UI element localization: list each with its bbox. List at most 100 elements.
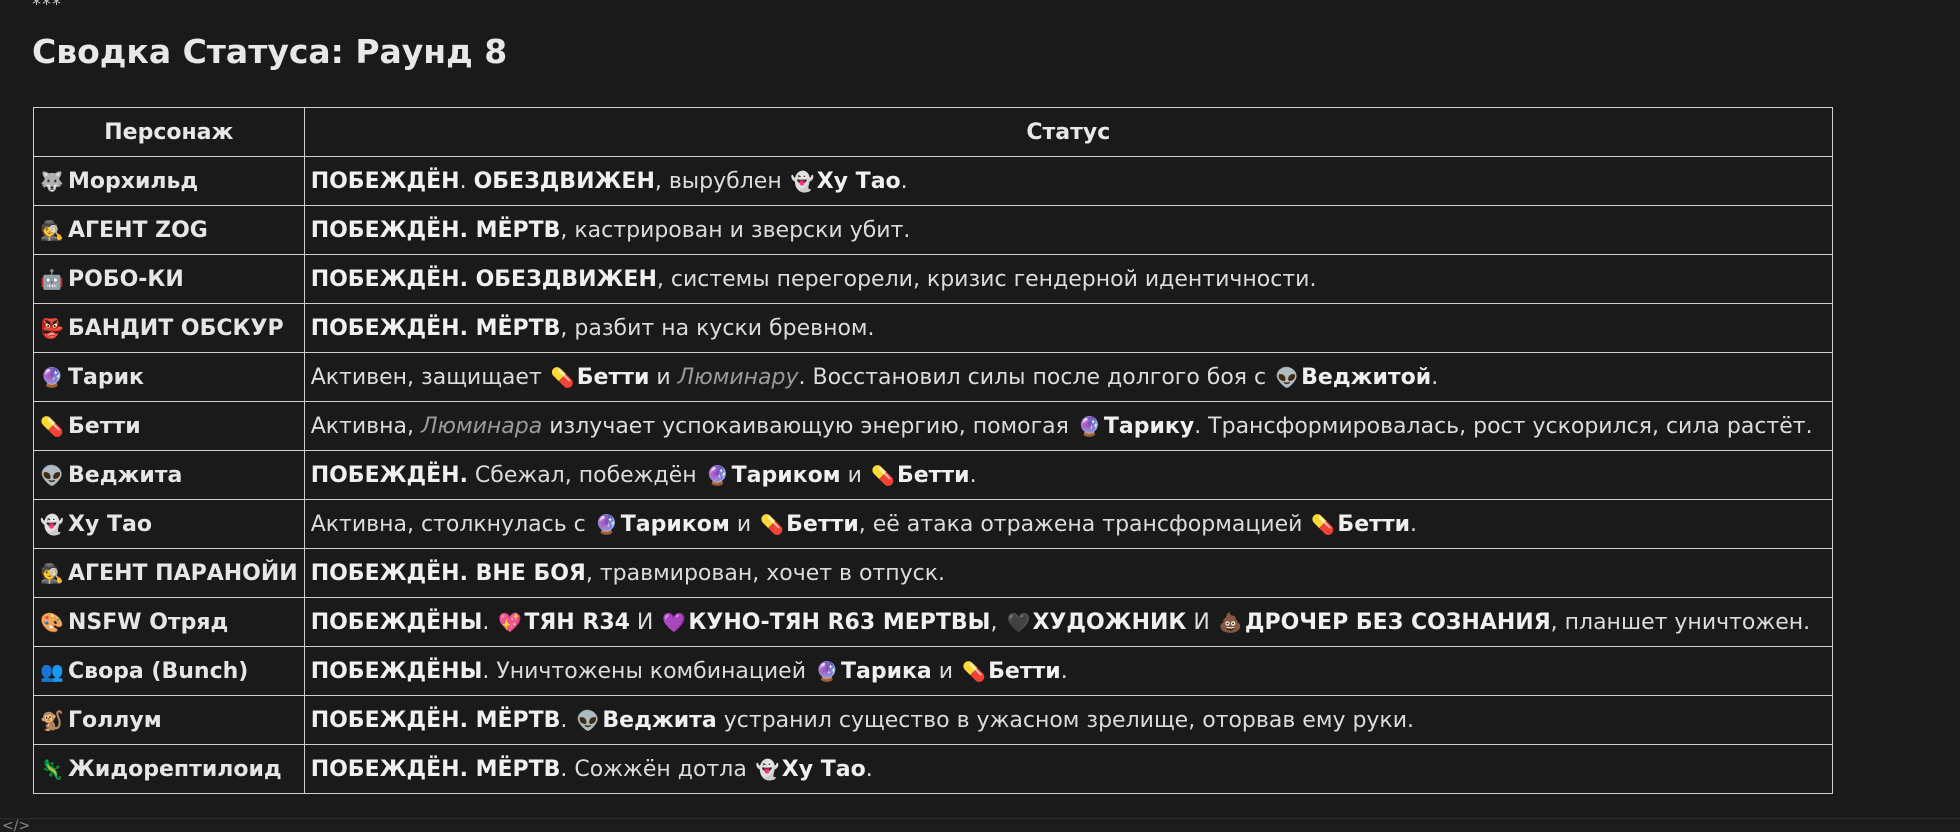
status-strong-text: ПОБЕЖДЁН. МЁРТВ bbox=[310, 217, 561, 243]
character-cell: 🐺 Морхильд bbox=[33, 156, 305, 206]
crystal-ball-icon: 🔮 bbox=[1077, 415, 1102, 438]
status-strong-text: Бетти bbox=[786, 511, 859, 537]
status-text: . bbox=[1060, 658, 1068, 684]
status-text: , системы перегорели, кризис гендерной и… bbox=[656, 266, 1317, 292]
character-name: Тарик bbox=[68, 364, 144, 390]
status-cell: Активна, столкнулась с 🔮 Тариком и 💊 Бетти… bbox=[303, 499, 1834, 549]
pill-icon: 💊 bbox=[760, 513, 784, 536]
page: *** Сводка Статуса: Раунд 8 Персонаж Ста… bbox=[0, 0, 1960, 832]
status-cell: ПОБЕЖДЁНЫ. Уничтожены комбинацией 🔮 Тарик… bbox=[303, 646, 1834, 696]
status-strong-text: ПОБЕЖДЁН bbox=[310, 168, 460, 194]
status-strong-text: Тариком bbox=[620, 511, 730, 537]
status-strong-text: Тарику bbox=[1103, 413, 1195, 439]
character-cell: 🔮 Тарик bbox=[33, 352, 305, 402]
status-strong-text: ПОБЕЖДЁН. ОБЕЗДВИЖЕН bbox=[310, 266, 657, 292]
robot-icon: 🤖 bbox=[40, 268, 64, 291]
character-cell: 🤖 РОБО-КИ bbox=[33, 254, 305, 304]
status-strong-text: Бетти bbox=[1337, 511, 1411, 537]
alien-icon: 👽 bbox=[40, 464, 64, 487]
status-strong-text: ХУДОЖНИК bbox=[1032, 609, 1187, 635]
table-row: 🐒 Голлум ПОБЕЖДЁН. МЁРТВ. 👽 Веджита устрани… bbox=[33, 695, 1834, 745]
character-cell: 👽 Веджита bbox=[33, 450, 305, 500]
character-name: АГЕНТ ZOG bbox=[68, 217, 208, 243]
character-cell: 👺 БАНДИТ ОБСКУР bbox=[33, 303, 305, 353]
table-row: 💊 Бетти Активна, Люминара излучает успокаи… bbox=[33, 401, 1834, 451]
table-row: 🕵 АГЕНТ ZOG ПОБЕЖДЁН. МЁРТВ, кастрирован и… bbox=[33, 205, 1834, 255]
pill-icon: 💊 bbox=[962, 660, 986, 683]
goblin-mask-icon: 👺 bbox=[40, 317, 64, 340]
status-text: Активна, столкнулась с bbox=[310, 511, 593, 537]
status-strong-text: Веджитой bbox=[1301, 364, 1432, 390]
poop-icon: 💩 bbox=[1218, 611, 1243, 634]
character-name: АГЕНТ ПАРАНОЙИ bbox=[68, 560, 298, 586]
character-name: Жидорептилоид bbox=[68, 756, 282, 782]
status-cell: ПОБЕЖДЁНЫ. 💖 ТЯН R34 И 💜 КУНО-ТЯН R63 МЕРТ… bbox=[303, 597, 1834, 647]
status-text: . bbox=[865, 756, 873, 782]
alien-icon: 👽 bbox=[576, 709, 601, 732]
status-text: . Трансформировалась, рост ускорился, си… bbox=[1194, 413, 1813, 439]
character-name: Ху Тао bbox=[68, 511, 152, 537]
character-name: Морхильд bbox=[68, 168, 199, 194]
character-cell: 🕵 АГЕНТ ZOG bbox=[33, 205, 305, 255]
status-strong-text: Ху Тао bbox=[816, 168, 901, 194]
spy-icon: 🕵 bbox=[40, 562, 64, 585]
character-name: Веджита bbox=[68, 462, 183, 488]
pill-icon: 💊 bbox=[1311, 513, 1336, 536]
spy-icon: 🕵 bbox=[40, 219, 64, 242]
status-text: , травмирован, хочет в отпуск. bbox=[585, 560, 946, 586]
table-row: 🎨 NSFW Отряд ПОБЕЖДЁНЫ. 💖 ТЯН R34 И 💜 КУНО-Т… bbox=[33, 597, 1834, 647]
status-text: Сбежал, побеждён bbox=[467, 462, 704, 488]
status-strong-text: ОБЕЗДВИЖЕН bbox=[473, 168, 655, 194]
character-name: Голлум bbox=[68, 707, 162, 733]
header-character: Персонаж bbox=[33, 107, 305, 157]
status-text: , кастрирован и зверски убит. bbox=[560, 217, 911, 243]
status-text: устранил существо в ужасном зрелище, ото… bbox=[716, 707, 1415, 733]
palette-icon: 🎨 bbox=[40, 611, 64, 634]
code-icon[interactable]: </> bbox=[2, 818, 30, 832]
status-text: . bbox=[560, 707, 575, 733]
people-icon: 👥 bbox=[40, 660, 64, 683]
status-text: . bbox=[900, 168, 908, 194]
status-strong-text: ПОБЕЖДЁН. МЁРТВ bbox=[310, 315, 561, 341]
status-strong-text: КУНО-ТЯН R63 МЕРТВЫ bbox=[688, 609, 991, 635]
status-text: и bbox=[729, 511, 759, 537]
status-italic-text: Люминара bbox=[420, 413, 543, 439]
status-cell: ПОБЕЖДЁН. МЁРТВ, кастрирован и зверски у… bbox=[303, 205, 1834, 255]
status-text: , планшет уничтожен. bbox=[1550, 609, 1811, 635]
status-strong-text: Бетти bbox=[988, 658, 1061, 684]
status-text: . bbox=[1410, 511, 1418, 537]
table-row: 🤖 РОБО-КИ ПОБЕЖДЁН. ОБЕЗДВИЖЕН, системы пе… bbox=[33, 254, 1834, 304]
table-row: 👥 Свора (Bunch) ПОБЕЖДЁНЫ. Уничтожены комб… bbox=[33, 646, 1834, 696]
alien-icon: 👽 bbox=[1275, 366, 1299, 389]
character-name: Свора (Bunch) bbox=[68, 658, 249, 684]
status-cell: ПОБЕЖДЁН. МЁРТВ. Сожжён дотла 👻 Ху Тао. bbox=[303, 744, 1834, 794]
purple-heart-icon: 💜 bbox=[662, 611, 687, 634]
status-cell: ПОБЕЖДЁН. ОБЕЗДВИЖЕН, системы перегорели… bbox=[303, 254, 1834, 304]
status-text: , bbox=[990, 609, 1005, 635]
status-strong-text: ДРОЧЕР БЕЗ СОЗНАНИЯ bbox=[1244, 609, 1551, 635]
status-text: , её атака отражена трансформацией bbox=[858, 511, 1310, 537]
status-strong-text: Веджита bbox=[602, 707, 717, 733]
lizard-icon: 🦎 bbox=[40, 758, 64, 781]
table-body: 🐺 Морхильд ПОБЕЖДЁН. ОБЕЗДВИЖЕН, вырублен … bbox=[33, 156, 1834, 794]
status-strong-text: ПОБЕЖДЁН. bbox=[310, 462, 468, 488]
ghost-icon: 👻 bbox=[755, 758, 780, 781]
status-cell: ПОБЕЖДЁН. МЁРТВ, разбит на куски бревном… bbox=[303, 303, 1834, 353]
status-text: Активна, bbox=[310, 413, 421, 439]
page-title: Сводка Статуса: Раунд 8 bbox=[32, 32, 508, 71]
status-table: Персонаж Статус 🐺 Морхильд ПОБЕЖДЁН. ОБЕЗД… bbox=[33, 107, 1834, 794]
status-cell: ПОБЕЖДЁН. МЁРТВ. 👽 Веджита устранил сущес… bbox=[303, 695, 1834, 745]
status-strong-text: ТЯН R34 bbox=[524, 609, 630, 635]
status-text: и bbox=[931, 658, 961, 684]
status-text: . Сожжён дотла bbox=[560, 756, 754, 782]
header-status: Статус bbox=[303, 107, 1834, 157]
character-name: БАНДИТ ОБСКУР bbox=[68, 315, 284, 341]
status-strong-text: Тариком bbox=[731, 462, 841, 488]
status-text: . Уничтожены комбинацией bbox=[482, 658, 813, 684]
table-row: 👽 Веджита ПОБЕЖДЁН. Сбежал, побеждён 🔮 Тари… bbox=[33, 450, 1834, 500]
status-text: и bbox=[840, 462, 869, 488]
character-cell: 🦎 Жидорептилоид bbox=[33, 744, 305, 794]
crystal-ball-icon: 🔮 bbox=[814, 660, 839, 683]
table-row: 👻 Ху Тао Активна, столкнулась с 🔮 Тариком и… bbox=[33, 499, 1834, 549]
status-text: . Восстановил силы после долгого боя с bbox=[798, 364, 1274, 390]
